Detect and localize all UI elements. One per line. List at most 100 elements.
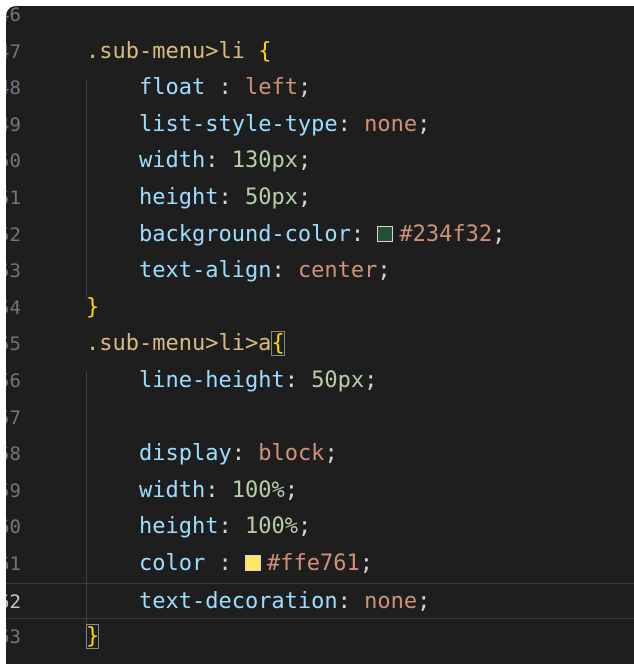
semicolon: ; [359,551,373,576]
css-value: none [364,588,418,614]
code-text: list-style-type: none; [86,107,430,144]
code-text: .sub-menu>li>a{ [86,326,285,363]
code-text: height: 50px; [86,180,311,217]
code-line[interactable]: 52 background-color: #234f32; [6,217,634,254]
css-property: line-height [138,368,285,393]
css-value: none [364,111,418,137]
color-swatch-icon[interactable] [377,225,394,242]
css-separator: : [284,368,312,393]
line-number: 50 [6,150,21,173]
code-text: height: 100%; [86,509,311,546]
semicolon: ; [297,148,312,174]
code-text: background-color: #234f32; [86,217,505,254]
code-text: } [86,290,99,327]
code-line[interactable]: 62 text-decoration: none; [6,582,634,621]
css-value: 100% [231,477,285,503]
line-number: 58 [6,443,21,466]
css-separator: : [205,148,232,174]
css-property: height [138,185,219,210]
css-property: text-align [138,258,272,284]
editor-frame: 4647.sub-menu>li {48 float : left;49 lis… [6,6,634,664]
css-separator: : [271,258,298,284]
code-line[interactable]: 53 text-align: center; [6,253,634,290]
line-number: 64 [6,656,34,664]
line-number: 48 [6,77,21,100]
css-property: float [138,75,206,101]
css-property: color [138,551,206,576]
code-line[interactable]: 46 [6,6,634,34]
css-property: height [138,514,219,540]
code-line[interactable]: 49 list-style-type: none; [6,107,634,144]
line-number: 63 [6,626,21,649]
line-number: 46 [6,6,21,26]
css-value: center [297,258,378,284]
line-number: 49 [6,113,21,136]
code-text: line-height: 50px; [86,363,377,400]
code-text: text-decoration: none; [86,584,430,621]
close-brace: } [86,624,100,650]
semicolon: ; [297,514,312,540]
code-line[interactable]: 54} [6,290,634,327]
code-line[interactable]: 64 [6,656,634,664]
css-selector: .sub-menu>li [86,38,245,64]
semicolon: ; [417,588,431,614]
css-value: #ffe761 [266,551,360,576]
code-line[interactable]: 47 .sub-menu>li { [6,34,634,71]
semicolon: ; [324,441,338,467]
css-value: 130px [231,148,298,174]
css-selector: .sub-menu>li>a [86,331,272,357]
code-editor[interactable]: 4647.sub-menu>li {48 float : left;49 lis… [6,6,634,664]
line-number: 56 [6,370,21,392]
code-line[interactable]: 50 width: 130px; [6,143,634,180]
code-line[interactable]: 48 float : left; [6,70,634,107]
code-line[interactable]: 63} [6,619,634,656]
css-separator: : [205,551,245,576]
line-number: 59 [6,479,21,502]
css-value: #234f32 [399,221,493,247]
css-value: block [258,441,325,467]
open-brace: { [271,331,285,357]
code-text: width: 130px; [86,143,311,180]
line-number: 52 [6,223,21,246]
open-brace: { [258,38,272,64]
css-property: width [138,477,206,503]
line-number: 51 [6,187,21,209]
code-line[interactable]: 51 height: 50px; [6,180,634,217]
code-line[interactable]: 55 .sub-menu>li>a{ [6,326,634,363]
line-number: 55 [6,333,21,356]
line-number: 62 [6,590,21,613]
line-number: 53 [6,260,21,283]
css-separator: : [205,477,232,503]
semicolon: ; [364,368,378,393]
css-separator: : [218,185,245,210]
line-number: 60 [6,516,21,539]
code-line[interactable]: 60 height: 100%; [6,509,634,546]
code-text: .sub-menu>li { [86,34,271,71]
css-value: 50px [311,368,365,393]
line-number: 47 [6,40,21,63]
css-separator: : [205,75,245,101]
css-separator: : [218,514,245,540]
color-swatch-icon[interactable] [244,555,261,571]
css-value: 100% [244,514,298,540]
code-line[interactable]: 58 display: block; [6,436,634,473]
line-number: 54 [6,296,21,319]
code-line[interactable]: 61 color : #ffe761; [6,546,634,583]
css-property: list-style-type [138,111,338,137]
line-number: 61 [6,553,21,575]
code-text: color : #ffe761; [86,546,373,583]
css-value: left [244,75,298,101]
semicolon: ; [492,221,506,247]
code-line[interactable]: 59 width: 100%; [6,473,634,510]
code-line[interactable]: 56 line-height: 50px; [6,363,634,400]
css-separator: : [231,441,259,467]
semicolon: ; [377,258,391,284]
code-text: width: 100%; [86,473,298,510]
code-line[interactable]: 57 [6,400,634,437]
semicolon: ; [284,477,298,503]
css-property: text-decoration [138,588,338,614]
semicolon: ; [417,111,431,137]
code-text: display: block; [86,436,338,473]
code-text: text-align: center; [86,253,391,290]
code-text: float : left; [86,70,311,107]
